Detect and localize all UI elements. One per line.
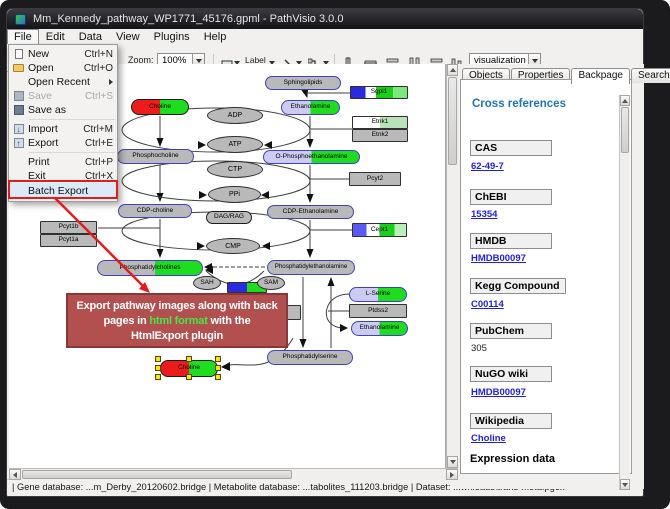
- file-menu-open[interactable]: OpenCtrl+O: [9, 61, 117, 75]
- selection-handle[interactable]: [186, 356, 192, 362]
- node-hidden-gene-fragment[interactable]: [287, 305, 301, 320]
- node-phosphatidylethanolamine[interactable]: Phosphatidylethanolamine: [267, 260, 355, 275]
- highlight-html-format: html format: [149, 315, 207, 327]
- node-etnk1[interactable]: Etnk1: [352, 116, 408, 129]
- file-menu: NewCtrl+N OpenCtrl+O Open Recent SaveCtr…: [8, 44, 118, 202]
- selection-handle[interactable]: [155, 374, 161, 380]
- file-menu-exit[interactable]: ExitCtrl+X: [9, 169, 117, 183]
- xref-link-chebi[interactable]: 15354: [471, 209, 497, 220]
- expression-data-heading: Expression data: [470, 453, 555, 465]
- side-panel: ObjectsPropertiesBackpageSearchLegend Cr…: [458, 64, 644, 489]
- backpage-panel: Cross references CAS 62-49-7 ChEBI 15354…: [460, 79, 632, 474]
- tab-backpage[interactable]: Backpage: [571, 68, 629, 84]
- pathvisio-screenshot: Mm_Kennedy_pathway_WP1771_45176.gpml - P…: [0, 0, 670, 509]
- node-sgpl1[interactable]: Sgpl1: [350, 86, 408, 99]
- file-menu-new[interactable]: NewCtrl+N: [9, 47, 117, 61]
- xref-link-kegg[interactable]: C00114: [471, 299, 504, 310]
- panel-scrollbar[interactable]: [619, 95, 630, 490]
- xref-source-nugo: NuGO wiki: [470, 366, 552, 382]
- node-cept1[interactable]: Cept1: [352, 223, 407, 237]
- menu-file[interactable]: File: [7, 29, 39, 45]
- node-etnk2[interactable]: Etnk2: [352, 129, 408, 142]
- import-icon: ↓: [9, 124, 28, 134]
- xref-source-chebi: ChEBI: [470, 189, 552, 205]
- node-ctp[interactable]: CTP: [207, 161, 263, 178]
- file-menu-open-recent[interactable]: Open Recent: [9, 75, 117, 89]
- file-menu-batch-export[interactable]: Batch Export: [9, 183, 117, 199]
- window-title: Mm_Kennedy_pathway_WP1771_45176.gpml - P…: [33, 9, 343, 29]
- canvas-hscrollbar[interactable]: [9, 468, 458, 480]
- open-folder-icon: [9, 64, 28, 72]
- node-ethanolamine-bottom[interactable]: Ethanolamine: [351, 321, 408, 336]
- node-l-serine[interactable]: L-Serine: [349, 287, 407, 302]
- menu-edit[interactable]: Edit: [39, 30, 72, 44]
- panel-tabs: ObjectsPropertiesBackpageSearchLegend: [462, 65, 670, 80]
- xref-source-pubchem: PubChem: [470, 323, 552, 339]
- menu-help[interactable]: Help: [197, 30, 234, 44]
- node-ptdss2[interactable]: Ptdss2: [349, 304, 407, 318]
- new-file-icon: [9, 49, 28, 59]
- xref-link-hmdb[interactable]: HMDB00097: [471, 253, 526, 264]
- file-menu-save-as[interactable]: Save as: [9, 103, 117, 117]
- file-menu-import[interactable]: ↓ImportCtrl+M: [9, 122, 117, 136]
- app-icon: [15, 14, 26, 25]
- selection-handle[interactable]: [186, 374, 192, 380]
- xref-link-wikipedia[interactable]: Choline: [471, 433, 506, 444]
- node-o-phosphoethanolamine[interactable]: O-Phosphoethanolamine: [263, 150, 360, 164]
- tab-search[interactable]: Search: [631, 68, 670, 83]
- selection-handle[interactable]: [215, 374, 221, 380]
- save-icon: [9, 91, 28, 101]
- xref-link-cas[interactable]: 62-49-7: [471, 161, 504, 172]
- annotation-callout: Export pathway images along with back pa…: [66, 293, 288, 348]
- node-phosphocholine[interactable]: Phosphocholine: [117, 149, 194, 164]
- selection-handle[interactable]: [215, 356, 221, 362]
- node-phosphatidylserine[interactable]: Phosphatidylserine: [267, 350, 353, 365]
- node-pcyt1b[interactable]: Pcyt1b: [40, 221, 97, 234]
- xref-link-nugo[interactable]: HMDB00097: [471, 387, 526, 398]
- xref-source-cas: CAS: [470, 140, 552, 156]
- node-pcyt2[interactable]: Pcyt2: [349, 172, 401, 186]
- node-atp[interactable]: ATP: [207, 136, 263, 153]
- node-sam[interactable]: SAM: [257, 276, 285, 290]
- menu-separator: [29, 119, 115, 120]
- menu-data[interactable]: Data: [72, 30, 109, 44]
- menu-plugins[interactable]: Plugins: [147, 30, 197, 44]
- node-ppi[interactable]: PPi: [208, 186, 261, 203]
- menu-separator: [29, 152, 115, 153]
- xref-source-wikipedia: Wikipedia: [470, 413, 552, 429]
- xref-value-pubchem: 305: [471, 343, 487, 354]
- node-phosphatidylcholines[interactable]: Phosphatidylcholines: [97, 260, 203, 276]
- menu-view[interactable]: View: [109, 30, 147, 44]
- title-bar[interactable]: Mm_Kennedy_pathway_WP1771_45176.gpml - P…: [7, 9, 643, 29]
- node-adp[interactable]: ADP: [207, 107, 263, 124]
- submenu-arrow-icon: [109, 79, 113, 85]
- menu-bar: FileEditDataViewPluginsHelp: [7, 29, 643, 44]
- selection-handle[interactable]: [155, 356, 161, 362]
- node-cdp-choline[interactable]: CDP-choline: [118, 204, 192, 218]
- save-as-icon: [9, 105, 28, 115]
- selection-handle[interactable]: [215, 365, 221, 371]
- node-sphingolipids[interactable]: Sphingolipids: [265, 76, 341, 90]
- xref-source-kegg: Kegg Compound: [470, 278, 566, 294]
- node-pcyt1a[interactable]: Pcyt1a: [40, 234, 97, 247]
- file-menu-print[interactable]: PrintCtrl+P: [9, 155, 117, 169]
- node-sah[interactable]: SAH: [193, 276, 221, 290]
- node-cdp-ethanolamine[interactable]: CDP-Ethanolamine: [267, 205, 354, 219]
- cross-references-heading: Cross references: [472, 98, 566, 110]
- file-menu-save[interactable]: SaveCtrl+S: [9, 89, 117, 103]
- selection-handle[interactable]: [155, 365, 161, 371]
- file-menu-export[interactable]: ↑ExportCtrl+E: [9, 136, 117, 150]
- node-ethanolamine-top[interactable]: Ethanolamine: [281, 100, 340, 115]
- canvas-vscrollbar[interactable]: [446, 64, 458, 468]
- export-icon: ↑: [9, 138, 28, 148]
- node-choline-top[interactable]: Choline: [131, 99, 189, 115]
- xref-source-hmdb: HMDB: [470, 233, 552, 249]
- node-dag[interactable]: DAG/RAG: [206, 211, 252, 224]
- node-cmp[interactable]: CMP: [206, 238, 260, 254]
